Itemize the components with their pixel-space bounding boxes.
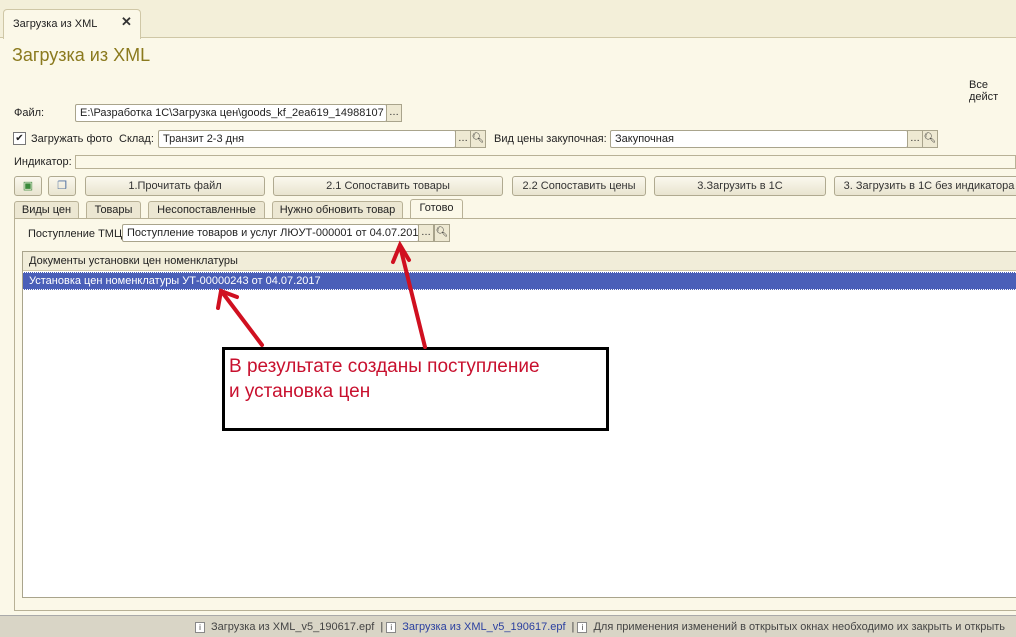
arrow-to-row	[220, 290, 264, 347]
status-item: Для применения изменений в открытых окна…	[593, 621, 1006, 633]
info-icon: i	[195, 622, 205, 633]
info-icon: i	[577, 622, 588, 633]
status-item[interactable]: Загрузка из XML_v5_190617.epf	[211, 621, 374, 633]
status-bar: i Загрузка из XML_v5_190617.epf | i Загрузк…	[0, 615, 1016, 637]
status-item[interactable]: Загрузка из XML_v5_190617.epf	[402, 621, 565, 633]
annotation-arrows	[216, 240, 427, 349]
info-icon: i	[386, 622, 397, 633]
arrow-to-receipt	[398, 244, 427, 349]
